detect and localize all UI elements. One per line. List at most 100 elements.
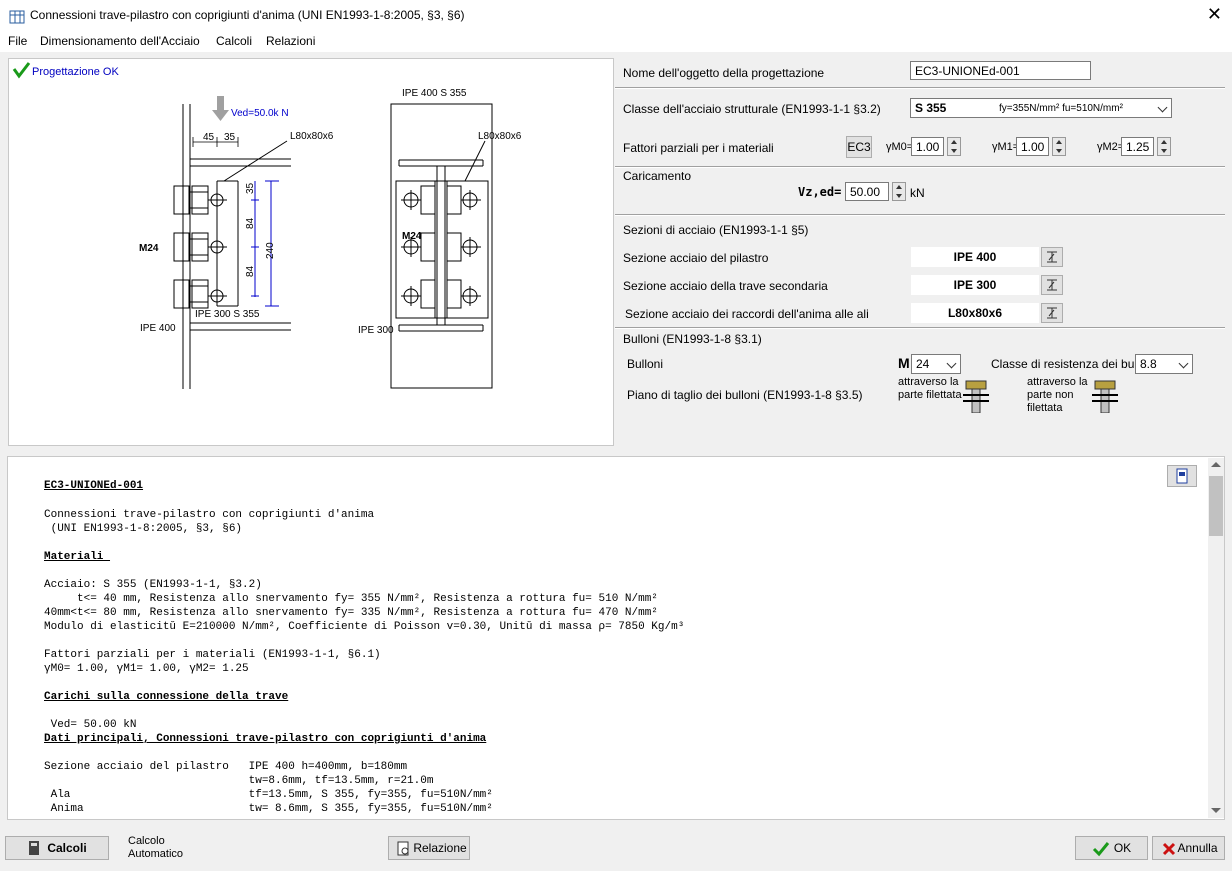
dim-35: 35	[224, 132, 236, 143]
menu-relazioni[interactable]: Relazioni	[266, 34, 315, 48]
vz-label: Vz,ed=	[798, 185, 842, 199]
steel-grade: S 355	[915, 101, 947, 115]
auto-line2: Automatico	[128, 848, 184, 860]
gm0-label: γM0=	[886, 141, 914, 153]
angle-section-label: Sezione acciaio dei raccordi dell'anima …	[625, 307, 869, 321]
gm1-input[interactable]: 1.00	[1016, 137, 1049, 156]
calculator-icon	[29, 841, 39, 855]
auto-calc-toggle[interactable]: Calcolo Automatico	[128, 835, 183, 861]
menu-bar: File Dimensionamento dell'Acciaio Calcol…	[0, 31, 1232, 52]
report-line: γM0= 1.00, γM1= 1.00, γM2= 1.25	[44, 663, 249, 675]
report-icon	[397, 841, 409, 856]
bolt-size-select[interactable]: 24	[911, 354, 961, 374]
dim-240: 240	[265, 242, 276, 259]
steel-class-select[interactable]: S 355 fy=355N/mm² fu=510N/mm²	[910, 98, 1172, 118]
report-heading: Carichi sulla connessione della trave	[44, 691, 289, 703]
report-line: t<= 40 mm, Resistenza allo snervamento f…	[44, 593, 658, 605]
report-button[interactable]: Relazione	[388, 836, 470, 860]
report-heading: Dati principali, Connessioni trave-pilas…	[44, 733, 487, 745]
menu-file[interactable]: File	[8, 34, 27, 48]
bolt-unthreaded-icon[interactable]	[1090, 379, 1120, 413]
separator	[615, 214, 1225, 216]
angle-section-picker-icon[interactable]	[1041, 303, 1063, 323]
separator	[615, 327, 1225, 329]
bolt-class-label: Classe di resistenza dei bulloni	[991, 357, 1156, 371]
shear-threaded-option[interactable]: attraverso la parte filettata	[898, 376, 962, 402]
shear-unthreaded-option[interactable]: attraverso la parte non filettata	[1027, 376, 1088, 415]
angle-section-value: L80x80x6	[911, 303, 1039, 323]
column-label-left: IPE 400	[140, 323, 176, 334]
option2-line1: attraverso la	[1027, 376, 1088, 388]
calc-button[interactable]: Calcoli	[5, 836, 109, 860]
name-input[interactable]: EC3-UNIONEd-001	[910, 61, 1091, 80]
report-line: Ved= 50.00 kN	[44, 719, 137, 731]
report-line: (UNI EN1993-1-8:2005, §3, §6)	[44, 523, 243, 535]
close-icon[interactable]: ✕	[1207, 4, 1222, 25]
option1-line2: parte filettata	[898, 389, 962, 401]
bolt-label-right: M24	[402, 231, 422, 242]
bolt-size-value: 24	[916, 357, 930, 371]
chevron-down-icon	[946, 358, 957, 369]
drawing-canvas	[12, 62, 493, 389]
bolts-label: Bulloni	[627, 357, 664, 371]
beam-section-picker-icon[interactable]	[1041, 275, 1063, 295]
report-view[interactable]: EC3-UNIONEd-001 Connessioni trave-pilast…	[7, 456, 1225, 820]
left-angle-label: L80x80x6	[290, 131, 334, 142]
vz-input[interactable]: 50.00	[845, 182, 889, 201]
report-line: 40mm<t<= 80 mm, Resistenza allo snervame…	[44, 607, 658, 619]
steel-class-label: Classe dell'acciaio strutturale (EN1993-…	[623, 102, 881, 116]
dim-84-b: 84	[245, 265, 256, 277]
scroll-thumb[interactable]	[1209, 476, 1223, 536]
auto-line1: Calcolo	[128, 835, 165, 847]
gm0-input[interactable]: 1.00	[911, 137, 944, 156]
steel-props: fy=355N/mm² fu=510N/mm²	[999, 103, 1123, 114]
gm2-spinner[interactable]	[1157, 137, 1171, 156]
gm0-spinner[interactable]	[947, 137, 961, 156]
load-label: Caricamento	[623, 169, 692, 183]
app-icon	[9, 10, 25, 24]
ec3-button[interactable]: EC3	[846, 136, 872, 158]
ok-button[interactable]: OK	[1075, 836, 1148, 860]
separator	[615, 87, 1225, 89]
right-title-label: IPE 400 S 355	[402, 88, 467, 99]
report-line: Connessioni trave-pilastro con coprigiun…	[44, 509, 375, 521]
section-view	[390, 103, 493, 389]
scroll-down-icon[interactable]	[1211, 808, 1221, 813]
bottom-bar: Calcoli Calcolo Automatico Relazione OK …	[0, 826, 1232, 871]
title-bar: Connessioni trave-pilastro con coprigiun…	[0, 0, 1232, 31]
scroll-up-icon[interactable]	[1211, 462, 1221, 467]
report-line: tw=8.6mm, tf=13.5mm, r=21.0m	[44, 775, 434, 787]
dim-45: 45	[203, 132, 215, 143]
shear-plane-label: Piano di taglio dei bulloni (EN1993-1-8 …	[627, 388, 863, 402]
dim-35-vertical: 35	[245, 182, 256, 194]
report-scrollbar[interactable]	[1208, 458, 1224, 818]
gm2-input[interactable]: 1.25	[1121, 137, 1154, 156]
bolt-label-left: M24	[139, 243, 159, 254]
status-ok: Progettazione OK	[32, 66, 119, 78]
column-section-value: IPE 400	[911, 247, 1039, 267]
connection-drawing: Progettazione OK Ved=50.0k N L80x80x6 L8…	[8, 58, 614, 446]
close-icon	[1162, 842, 1176, 856]
report-heading: Materiali	[44, 551, 111, 563]
report-line: Sezione acciaio del pilastro IPE 400 h=4…	[44, 761, 408, 773]
chevron-down-icon	[1157, 102, 1168, 113]
menu-calcoli[interactable]: Calcoli	[216, 34, 252, 48]
window-title: Connessioni trave-pilastro con coprigiun…	[30, 8, 465, 22]
right-angle-label: L80x80x6	[478, 131, 522, 142]
cancel-button[interactable]: Annulla	[1152, 836, 1225, 860]
column-section-picker-icon[interactable]	[1041, 247, 1063, 267]
gm1-spinner[interactable]	[1052, 137, 1066, 156]
report-title: EC3-UNIONEd-001	[44, 480, 144, 492]
report-export-icon[interactable]	[1167, 465, 1197, 487]
menu-steel-design[interactable]: Dimensionamento dell'Acciaio	[40, 34, 200, 48]
report-line: Ala tf=13.5mm, S 355, fy=355, fu=510N/mm…	[44, 789, 493, 801]
vz-spinner[interactable]	[892, 182, 906, 201]
bolt-class-select[interactable]: 8.8	[1135, 354, 1193, 374]
parameters-panel: Nome dell'oggetto della progettazione EC…	[615, 58, 1225, 450]
ved-label: Ved=50.0k N	[231, 108, 289, 119]
factors-label: Fattori parziali per i materiali	[623, 141, 774, 155]
bolt-threaded-icon[interactable]	[961, 379, 991, 413]
report-line: Fattori parziali per i materiali (EN1993…	[44, 649, 381, 661]
beam-label-left: IPE 300 S 355	[195, 309, 260, 320]
beam-section-value: IPE 300	[911, 275, 1039, 295]
